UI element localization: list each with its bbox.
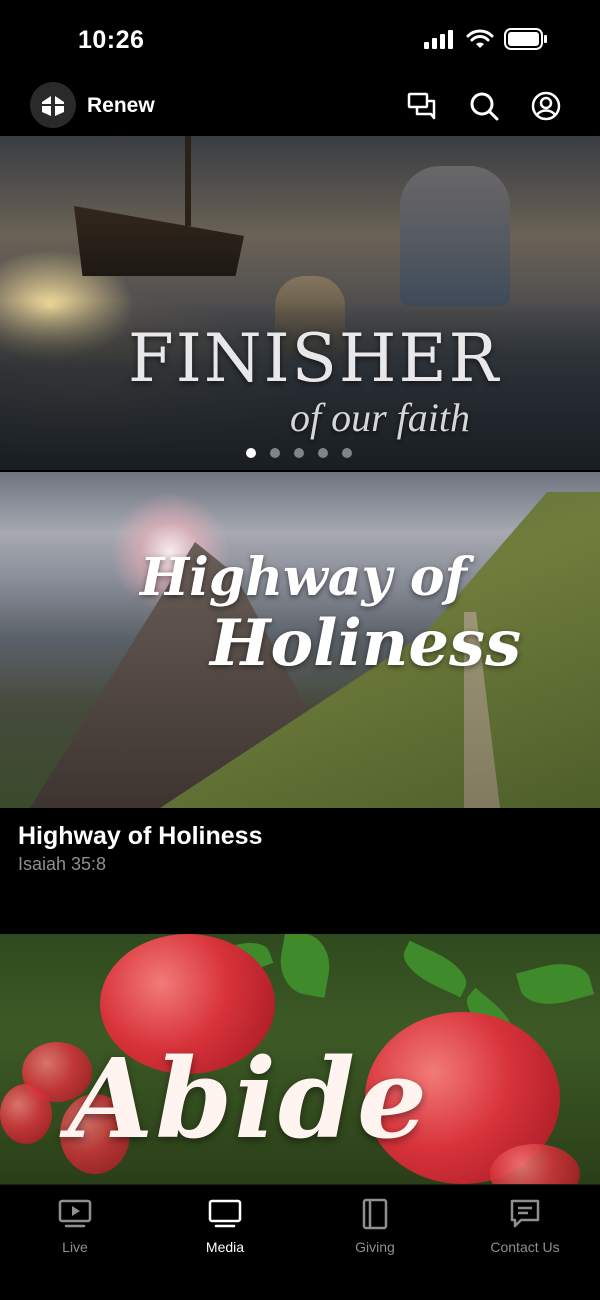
app-logo[interactable] [30,82,76,128]
header-actions [406,90,562,122]
carousel-dot[interactable] [246,448,256,458]
tab-media[interactable]: Media [150,1185,300,1300]
monitor-icon [207,1197,243,1231]
search-button[interactable] [468,90,500,122]
media-card-art-line: Holiness [210,606,522,681]
media-card-title: Highway of Holiness [18,822,263,850]
media-card-info[interactable]: Highway of Holiness Isaiah 35:8 [0,808,600,934]
church-logo-icon [42,96,64,116]
carousel-dot[interactable] [270,448,280,458]
media-card-image[interactable]: Abide [0,934,600,1184]
hero-mast-image [185,136,191,226]
message-icon [507,1197,543,1231]
profile-icon [531,91,561,121]
tab-contact-us[interactable]: Contact Us [450,1185,600,1300]
book-icon [357,1197,393,1231]
media-card-art-title: Highway of Holiness [140,552,521,676]
tab-label: Media [205,1239,245,1255]
hero-title: FINISHER [128,320,501,397]
hero-carousel[interactable]: FINISHER of our faith [0,136,600,470]
battery-icon [504,28,547,50]
signal-icon [424,30,453,49]
media-card-image[interactable]: Highway of Holiness [0,472,600,808]
tab-live[interactable]: Live [0,1185,150,1300]
tab-giving[interactable]: Giving [300,1185,450,1300]
status-time: 10:26 [78,26,145,54]
tab-bar: Live Media Giving Contact Us [0,1184,600,1300]
chat-icon [407,92,436,120]
carousel-page-indicator[interactable] [246,448,352,458]
tab-label: Giving [355,1239,395,1255]
pomegranate-image [0,1084,52,1144]
hero-figure-image [400,166,510,306]
tab-label: Live [62,1239,88,1255]
wifi-icon [466,29,494,48]
app-name: Renew [87,94,155,117]
carousel-dot[interactable] [342,448,352,458]
carousel-dot[interactable] [318,448,328,458]
hero-subtitle: of our faith [290,395,471,440]
media-card-subtitle: Isaiah 35:8 [18,854,107,874]
leaf-image [516,955,594,1013]
profile-button[interactable] [530,90,562,122]
media-card-art-title: Abide [68,1034,429,1163]
play-screen-icon [57,1197,93,1231]
chat-button[interactable] [406,90,438,122]
status-bar: 10:26 [0,0,600,80]
carousel-dot[interactable] [294,448,304,458]
app-header: Renew [0,80,600,136]
media-card-art-line: Highway of [140,547,467,608]
search-icon [470,92,499,121]
leaf-image [275,934,335,998]
hero-boat-image [74,206,244,276]
status-icons [424,28,548,50]
leaf-image [396,940,474,998]
tab-label: Contact Us [490,1239,560,1255]
